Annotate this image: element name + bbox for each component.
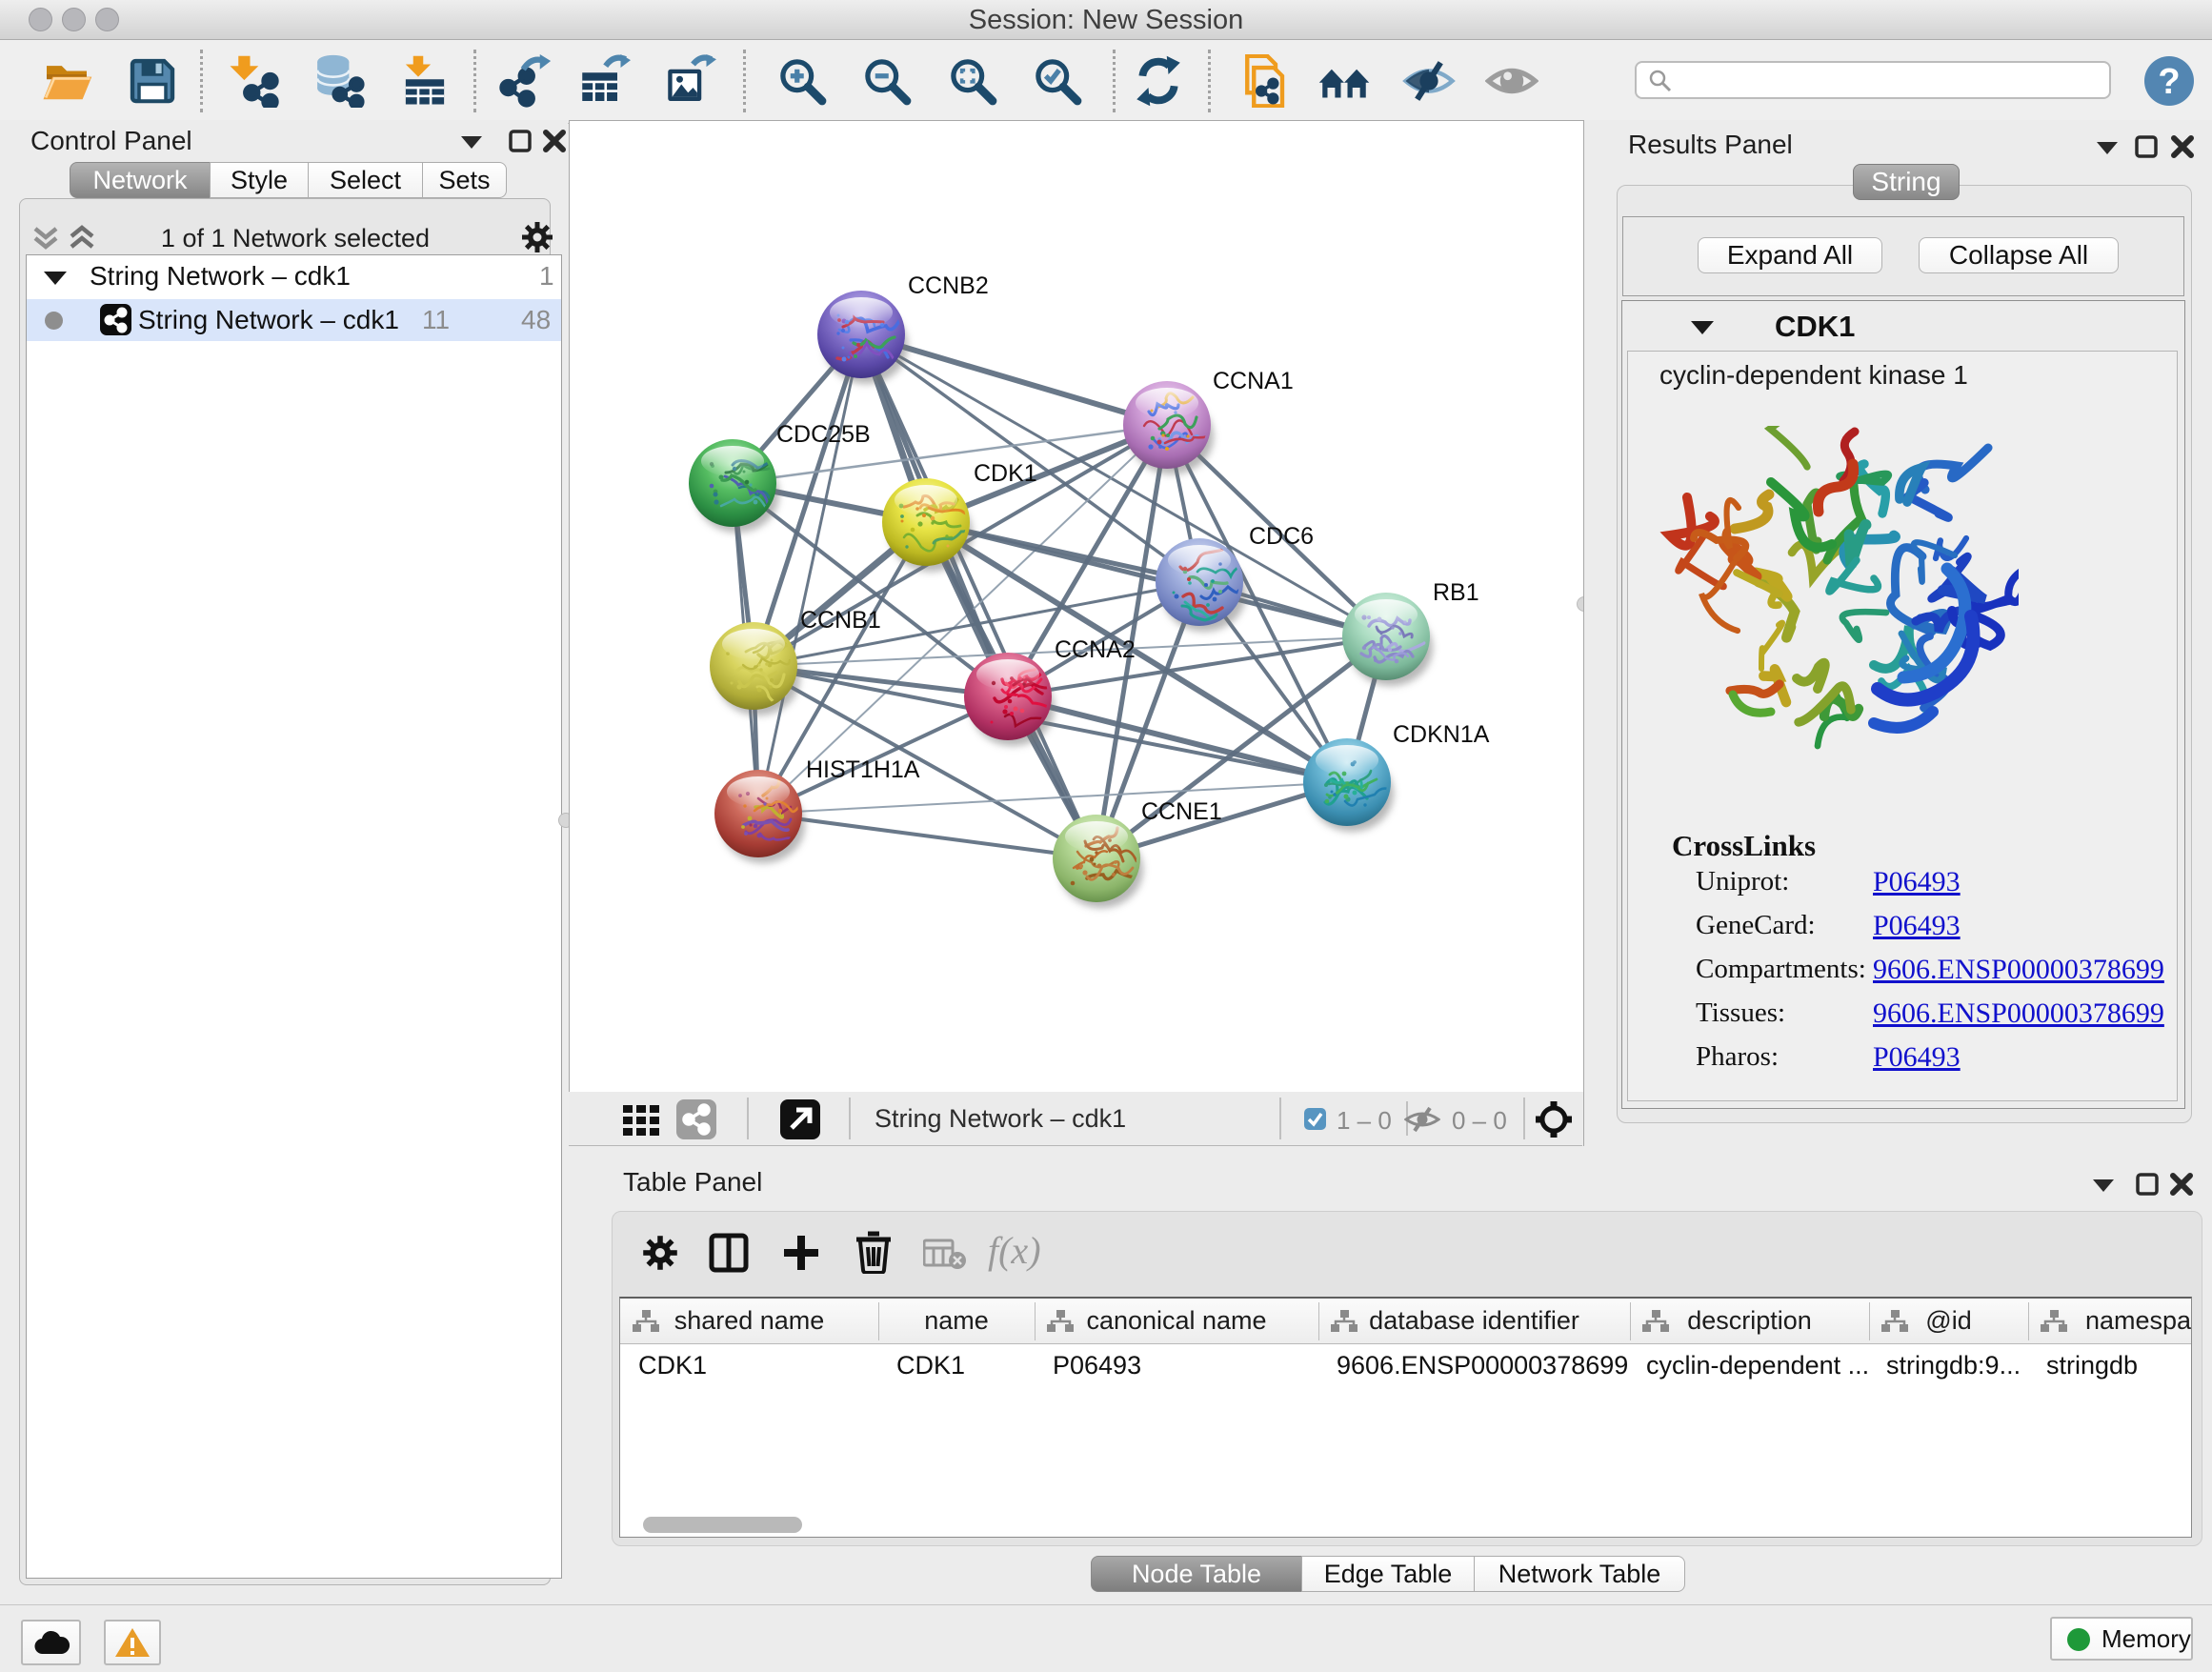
svg-text:CDC25B: CDC25B: [776, 421, 871, 448]
svg-text:CDK1: CDK1: [974, 460, 1037, 487]
svg-text:CDC6: CDC6: [1249, 523, 1314, 550]
svg-text:CDKN1A: CDKN1A: [1393, 721, 1490, 748]
svg-text:CCNE1: CCNE1: [1141, 798, 1222, 825]
svg-text:CCNA2: CCNA2: [1055, 636, 1136, 663]
svg-text:CCNB2: CCNB2: [908, 272, 989, 299]
svg-text:RB1: RB1: [1433, 579, 1479, 606]
svg-text:?: ?: [2158, 62, 2180, 102]
svg-text:CCNB1: CCNB1: [800, 607, 881, 634]
svg-text:HIST1H1A: HIST1H1A: [806, 756, 920, 783]
svg-text:CCNA1: CCNA1: [1213, 368, 1294, 394]
